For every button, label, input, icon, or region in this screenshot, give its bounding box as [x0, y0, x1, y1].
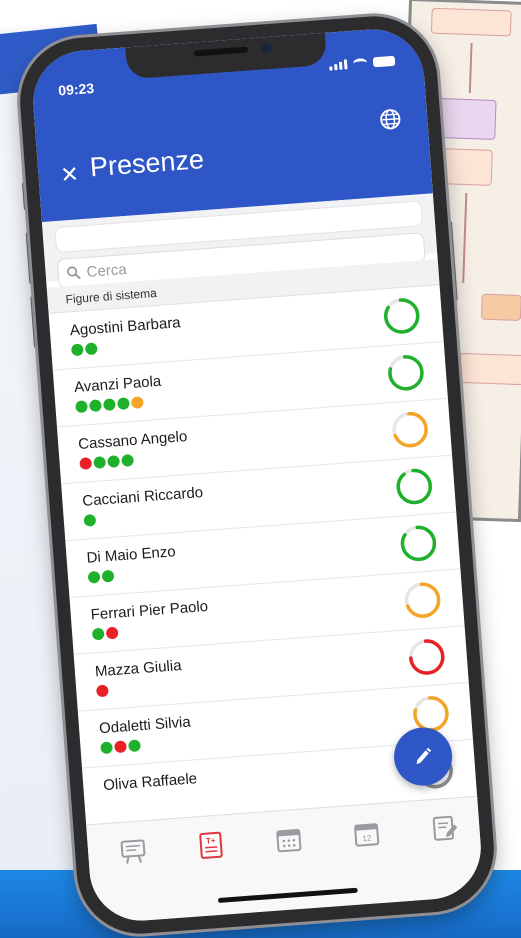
attendance-dots: [79, 454, 135, 470]
status-time: 09:23: [57, 79, 95, 99]
attendance-dot-red: [95, 684, 109, 698]
pencil-icon: [416, 747, 432, 765]
people-list: Agostini Barbara Avanzi Paola Cassano Ange…: [48, 285, 482, 883]
search-icon: [67, 266, 81, 280]
home-indicator: [217, 887, 358, 903]
person-name: Di Maio Enzo: [86, 543, 177, 567]
svg-text:T+: T+: [206, 836, 217, 846]
attendance-dot-green: [101, 569, 115, 583]
attendance-ring[interactable]: [385, 351, 428, 394]
attendance-dot-green: [91, 627, 105, 641]
board-icon[interactable]: [117, 835, 149, 867]
front-camera: [261, 42, 273, 54]
person-name: Avanzi Paola: [73, 372, 162, 397]
attendance-dot-green: [93, 456, 107, 469]
phone-screen: 09:23 ✕ Presenze Cerca Figure di sistema…: [29, 25, 485, 925]
attendance-dot-green: [103, 398, 116, 412]
attendance-dots: [75, 396, 144, 414]
app-header: 09:23 ✕ Presenze: [29, 25, 433, 223]
attendance-dot-green: [84, 342, 98, 356]
attendance-dots: [87, 569, 115, 584]
attendance-dots: [100, 739, 141, 755]
attendance-dot-orange: [130, 396, 144, 409]
attendance-ring[interactable]: [401, 579, 444, 622]
attendance-ring[interactable]: [389, 408, 432, 451]
attendance-ring[interactable]: [393, 465, 436, 508]
attendance-dots: [91, 626, 119, 641]
speaker-grille: [193, 46, 249, 57]
attendance-dot-green: [128, 739, 141, 753]
signal-icon: [329, 59, 348, 71]
wifi-icon: [352, 57, 368, 69]
phone-device: 09:23 ✕ Presenze Cerca Figure di sistema…: [15, 11, 499, 938]
note-edit-icon[interactable]: [428, 812, 460, 844]
svg-text:12: 12: [362, 834, 372, 844]
person-name: Cassano Angelo: [77, 428, 188, 453]
attendance-dot-green: [107, 455, 121, 468]
calendar-day-icon[interactable]: 12: [351, 818, 383, 850]
attendance-dots: [70, 342, 98, 357]
attendance-dot-green: [75, 400, 88, 414]
person-name: Ferrari Pier Paolo: [90, 597, 209, 624]
attendance-dot-red: [105, 626, 119, 640]
globe-icon[interactable]: [379, 108, 403, 132]
person-name: Cacciani Riccardo: [81, 484, 204, 510]
attendance-dots: [83, 513, 97, 527]
attendance-dot-green: [87, 570, 101, 584]
battery-icon: [372, 55, 396, 68]
attendance-dot-red: [79, 457, 93, 470]
attendance-ring[interactable]: [397, 522, 440, 565]
attendance-dot-green: [83, 513, 97, 527]
status-icons: [329, 55, 396, 71]
attendance-dot-red: [114, 740, 127, 754]
person-name: Mazza Giulia: [94, 657, 183, 681]
person-name: Oliva Raffaele: [102, 770, 198, 795]
attendance-dot-green: [70, 343, 84, 357]
person-name: Agostini Barbara: [69, 314, 182, 340]
attendance-ring[interactable]: [380, 295, 423, 338]
attendance-dot-green: [89, 399, 102, 413]
calendar-grid-icon[interactable]: [273, 824, 305, 856]
close-button[interactable]: ✕: [60, 161, 80, 187]
person-name: Odaletti Silvia: [98, 713, 192, 738]
attendance-dot-green: [116, 397, 130, 411]
attendance-dot-green: [121, 454, 135, 467]
register-icon[interactable]: T+: [195, 829, 227, 861]
attendance-dots: [95, 684, 109, 698]
attendance-dot-green: [100, 741, 113, 755]
attendance-ring[interactable]: [405, 636, 448, 679]
page-title: Presenze: [88, 144, 205, 183]
